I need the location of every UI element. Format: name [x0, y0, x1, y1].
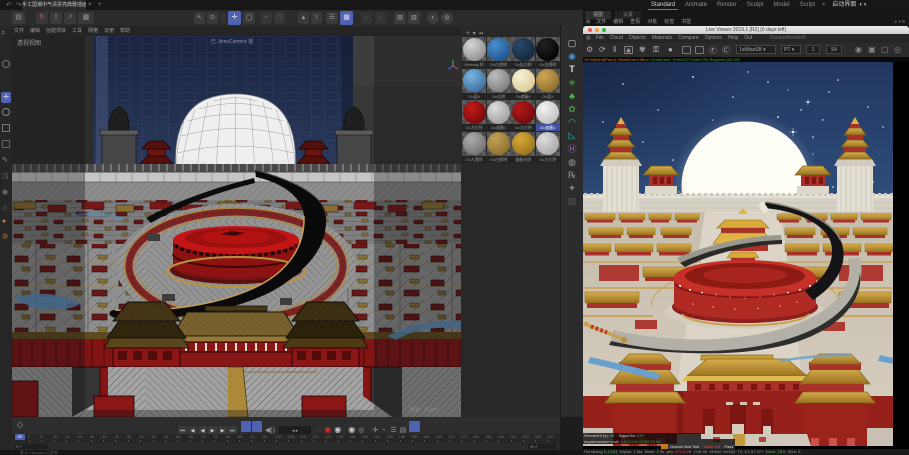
svg-text:透视视图: 透视视图	[17, 39, 41, 47]
svg-text:已 JsmsCamera 视: 已 JsmsCamera 视	[211, 38, 253, 45]
svg-text:帧速 : 30 fps: 帧速 : 30 fps	[410, 406, 438, 413]
